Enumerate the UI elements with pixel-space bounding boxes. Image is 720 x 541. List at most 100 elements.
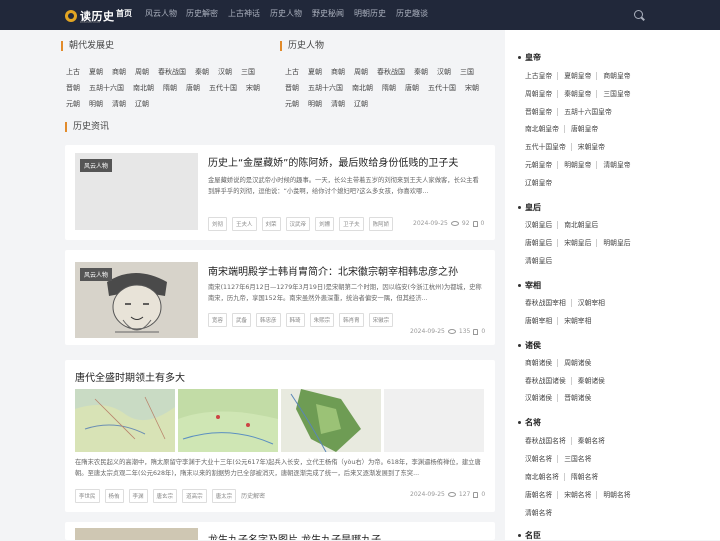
keyword-tag[interactable]: 刘荣 bbox=[261, 217, 281, 231]
dynasty-link[interactable]: 上古 bbox=[66, 67, 80, 77]
keyword-tag[interactable]: 唐玄宗 bbox=[152, 489, 178, 503]
dynasty-link[interactable]: 秦朝 bbox=[195, 67, 209, 77]
keyword-tag[interactable]: 宽容 bbox=[208, 313, 228, 327]
sidebar-link[interactable]: 辽朝皇帝 bbox=[525, 179, 557, 187]
sidebar-link[interactable]: 南北朝皇后 bbox=[564, 221, 603, 229]
dynasty-link[interactable]: 汉朝 bbox=[218, 67, 232, 77]
sidebar-link[interactable]: 商朝诸侯 bbox=[525, 359, 559, 367]
people-link[interactable]: 上古 bbox=[285, 67, 299, 77]
people-link[interactable]: 宋朝 bbox=[465, 83, 479, 93]
people-link[interactable]: 清朝 bbox=[331, 99, 345, 109]
article-title[interactable]: 唐代全盛时期领土有多大 bbox=[75, 369, 185, 384]
people-link[interactable]: 唐朝 bbox=[405, 83, 419, 93]
keyword-tag[interactable]: 武备 bbox=[232, 313, 252, 327]
map-image-1[interactable] bbox=[75, 389, 175, 452]
keyword-tag[interactable]: 陈阿娇 bbox=[368, 217, 394, 231]
sidebar-link[interactable]: 明朝皇帝 bbox=[564, 161, 598, 169]
keyword-tag[interactable]: 宋徽宗 bbox=[368, 313, 394, 327]
dynasty-link[interactable]: 唐朝 bbox=[186, 83, 200, 93]
keyword-tag[interactable]: 刘嫖 bbox=[315, 217, 335, 231]
sidebar-link[interactable]: 唐朝皇帝 bbox=[571, 125, 603, 133]
sidebar-link[interactable]: 夏朝皇帝 bbox=[564, 72, 598, 80]
article-title[interactable]: 南宋端明殿学士韩肖胄简介：北宋徽宗朝宰相韩忠彦之孙 bbox=[208, 263, 458, 278]
sidebar-link[interactable]: 五胡十六国皇帝 bbox=[564, 108, 617, 116]
dynasty-link[interactable]: 南北朝 bbox=[133, 83, 154, 93]
dynasty-link[interactable]: 春秋战国 bbox=[158, 67, 186, 77]
keyword-tag[interactable]: 唐太宗 bbox=[211, 489, 237, 503]
sidebar-link[interactable]: 三国名将 bbox=[564, 455, 596, 463]
map-image-2[interactable] bbox=[178, 389, 278, 452]
sidebar-link[interactable]: 明朝皇后 bbox=[603, 239, 635, 247]
article-thumbnail[interactable]: 风云人物 bbox=[75, 153, 198, 230]
sidebar-link[interactable]: 南北朝皇帝 bbox=[525, 125, 565, 133]
sidebar-link[interactable]: 三国皇帝 bbox=[603, 90, 635, 98]
article-card[interactable]: 风云人物 历史上“金屋藏娇”的陈阿娇，最后败给身份低贱的卫子夫 金屋藏娇说的是汉… bbox=[65, 145, 495, 240]
thumbs-up-icon[interactable] bbox=[473, 328, 479, 335]
sidebar-link[interactable]: 晋朝皇帝 bbox=[525, 108, 559, 116]
dynasty-link[interactable]: 隋朝 bbox=[163, 83, 177, 93]
article-thumbnail[interactable]: 风云人物 bbox=[75, 262, 198, 338]
sidebar-link[interactable]: 清朝皇后 bbox=[525, 257, 557, 265]
people-link[interactable]: 明朝 bbox=[308, 99, 322, 109]
keyword-tag[interactable]: 卫子夫 bbox=[339, 217, 364, 231]
sidebar-link[interactable]: 宋朝皇后 bbox=[564, 239, 598, 247]
people-link[interactable]: 辽朝 bbox=[354, 99, 368, 109]
sidebar-link[interactable]: 隋朝名将 bbox=[571, 473, 603, 481]
sidebar-link[interactable]: 清朝名将 bbox=[525, 509, 557, 517]
keyword-tag[interactable]: 刘彻 bbox=[208, 217, 228, 231]
sidebar-link[interactable]: 宋朝名将 bbox=[564, 491, 598, 499]
nav-item-myth[interactable]: 上古神话 bbox=[228, 8, 260, 19]
keyword-tag[interactable]: 汉武帝 bbox=[285, 217, 311, 231]
people-link[interactable]: 夏朝 bbox=[308, 67, 322, 77]
keyword-tag[interactable]: 王夫人 bbox=[232, 217, 257, 231]
article-card[interactable]: 龙生九子名字及图片 龙生九子是哪九子 bbox=[65, 522, 495, 540]
sidebar-link[interactable]: 春秋战国宰相 bbox=[525, 299, 572, 307]
sidebar-link[interactable]: 元朝皇帝 bbox=[525, 161, 559, 169]
nav-item-decode[interactable]: 历史解密 bbox=[186, 8, 218, 19]
sidebar-link[interactable]: 秦朝诸侯 bbox=[578, 377, 610, 385]
people-link[interactable]: 商朝 bbox=[331, 67, 345, 77]
sidebar-link[interactable]: 春秋战国诸侯 bbox=[525, 377, 572, 385]
sidebar-link[interactable]: 汉朝宰相 bbox=[578, 299, 610, 307]
thumbs-up-icon[interactable] bbox=[473, 491, 479, 498]
sidebar-link[interactable]: 清朝皇帝 bbox=[603, 161, 635, 169]
keyword-tag[interactable]: 朱熙宗 bbox=[309, 313, 335, 327]
sidebar-link[interactable]: 汉朝名将 bbox=[525, 455, 559, 463]
keyword-tag[interactable]: 韩琦 bbox=[285, 313, 305, 327]
dynasty-link[interactable]: 晋朝 bbox=[66, 83, 80, 93]
sidebar-link[interactable]: 周朝皇帝 bbox=[525, 90, 559, 98]
keyword-tag[interactable]: 李世民 bbox=[75, 489, 100, 503]
search-icon[interactable] bbox=[634, 10, 643, 19]
map-image-3[interactable] bbox=[281, 389, 381, 452]
dynasty-link[interactable]: 清朝 bbox=[112, 99, 126, 109]
article-title[interactable]: 龙生九子名字及图片 龙生九子是哪九子 bbox=[208, 531, 381, 540]
sidebar-link[interactable]: 五代十国皇帝 bbox=[525, 143, 572, 151]
people-link[interactable]: 汉朝 bbox=[437, 67, 451, 77]
keyword-tag[interactable]: 韩肖胄 bbox=[339, 313, 364, 327]
people-link[interactable]: 秦朝 bbox=[414, 67, 428, 77]
dynasty-link[interactable]: 周朝 bbox=[135, 67, 149, 77]
article-card[interactable]: 风云人物 南宋端明殿学士韩肖胄简介：北宋徽宗朝宰相韩忠彦之孙 南宋(1127年6… bbox=[65, 250, 495, 345]
people-link[interactable]: 春秋战国 bbox=[377, 67, 405, 77]
nav-item-ming[interactable]: 明朝历史 bbox=[354, 8, 386, 19]
nav-item-unofficial[interactable]: 野史秘闻 bbox=[312, 8, 344, 19]
sidebar-link[interactable]: 周朝诸侯 bbox=[564, 359, 596, 367]
nav-item-figures[interactable]: 风云人物 bbox=[145, 8, 177, 19]
dynasty-link[interactable]: 三国 bbox=[241, 67, 255, 77]
map-image-4[interactable] bbox=[384, 389, 484, 452]
article-title[interactable]: 历史上“金屋藏娇”的陈阿娇，最后败给身份低贱的卫子夫 bbox=[208, 154, 458, 169]
sidebar-link[interactable]: 上古皇帝 bbox=[525, 72, 559, 80]
category-badge[interactable]: 风云人物 bbox=[80, 159, 113, 172]
sidebar-link[interactable]: 唐朝宰相 bbox=[525, 317, 559, 325]
dynasty-link[interactable]: 商朝 bbox=[112, 67, 126, 77]
keyword-tag[interactable]: 道高宗 bbox=[182, 489, 207, 503]
people-link[interactable]: 三国 bbox=[460, 67, 474, 77]
people-link[interactable]: 晋朝 bbox=[285, 83, 299, 93]
sidebar-link[interactable]: 宋朝宰相 bbox=[564, 317, 596, 325]
sidebar-link[interactable]: 秦朝名将 bbox=[578, 437, 610, 445]
nav-item-fun[interactable]: 历史趣谈 bbox=[396, 8, 428, 19]
nav-item-home[interactable]: 首页 bbox=[116, 8, 132, 19]
dynasty-link[interactable]: 宋朝 bbox=[246, 83, 260, 93]
sidebar-link[interactable]: 宋朝皇帝 bbox=[578, 143, 610, 151]
sidebar-link[interactable]: 汉朝皇后 bbox=[525, 221, 559, 229]
